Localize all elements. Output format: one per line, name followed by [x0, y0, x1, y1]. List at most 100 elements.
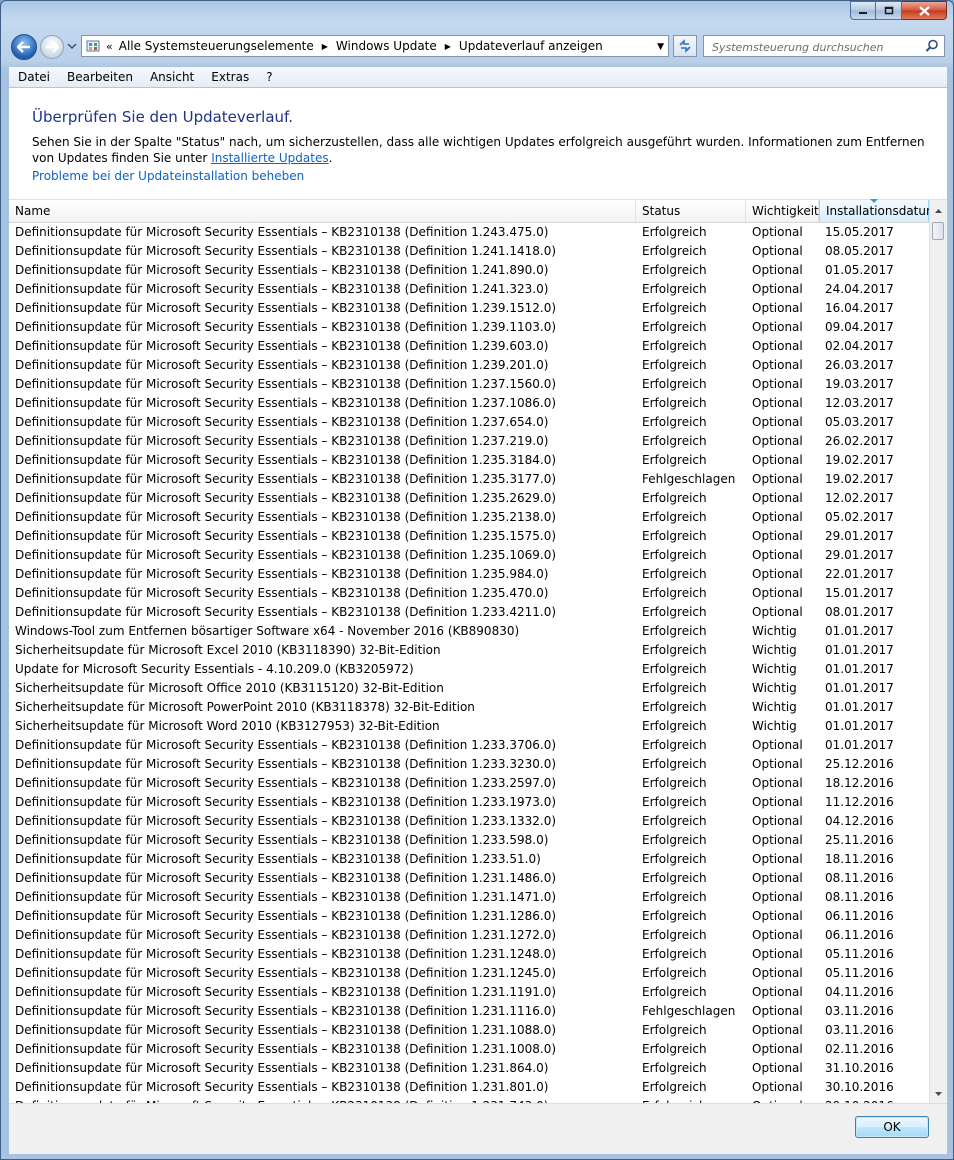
- table-row[interactable]: Definitionsupdate für Microsoft Security…: [9, 850, 929, 869]
- table-row[interactable]: Definitionsupdate für Microsoft Security…: [9, 470, 929, 489]
- table-row[interactable]: Sicherheitsupdate für Microsoft Word 201…: [9, 717, 929, 736]
- description-text: Sehen Sie in der Spalte "Status" nach, u…: [32, 135, 925, 165]
- table-row[interactable]: Definitionsupdate für Microsoft Security…: [9, 983, 929, 1002]
- breadcrumb-separator-icon[interactable]: ▶: [322, 42, 328, 51]
- menu-help[interactable]: ?: [257, 70, 280, 84]
- table-row[interactable]: Definitionsupdate für Microsoft Security…: [9, 603, 929, 622]
- table-row[interactable]: Windows-Tool zum Entfernen bösartiger So…: [9, 622, 929, 641]
- troubleshoot-link[interactable]: Probleme bei der Updateinstallation behe…: [32, 169, 304, 183]
- table-row[interactable]: Definitionsupdate für Microsoft Security…: [9, 242, 929, 261]
- menu-edit[interactable]: Bearbeiten: [58, 70, 141, 84]
- scrollbar-thumb[interactable]: [932, 222, 944, 240]
- table-row[interactable]: Definitionsupdate für Microsoft Security…: [9, 413, 929, 432]
- address-bar[interactable]: « Alle Systemsteuerungselemente ▶ Window…: [81, 35, 669, 57]
- menu-tools[interactable]: Extras: [202, 70, 257, 84]
- refresh-button[interactable]: [673, 35, 697, 57]
- forward-button[interactable]: [40, 35, 64, 59]
- address-dropdown-icon[interactable]: ▼: [657, 42, 664, 52]
- close-button[interactable]: [902, 1, 947, 20]
- cell-status: Erfolgreich: [642, 928, 707, 942]
- table-row[interactable]: Definitionsupdate für Microsoft Security…: [9, 584, 929, 603]
- table-row[interactable]: Definitionsupdate für Microsoft Security…: [9, 926, 929, 945]
- table-row[interactable]: Definitionsupdate für Microsoft Security…: [9, 736, 929, 755]
- table-row[interactable]: Definitionsupdate für Microsoft Security…: [9, 356, 929, 375]
- installed-updates-link[interactable]: Installierte Updates: [211, 151, 328, 165]
- table-row[interactable]: Definitionsupdate für Microsoft Security…: [9, 508, 929, 527]
- cell-importance: Optional: [752, 434, 803, 448]
- table-row[interactable]: Definitionsupdate für Microsoft Security…: [9, 793, 929, 812]
- table-row[interactable]: Definitionsupdate für Microsoft Security…: [9, 299, 929, 318]
- table-row[interactable]: Definitionsupdate für Microsoft Security…: [9, 394, 929, 413]
- cell-importance: Optional: [752, 301, 803, 315]
- table-row[interactable]: Definitionsupdate für Microsoft Security…: [9, 337, 929, 356]
- cell-status: Erfolgreich: [642, 909, 707, 923]
- breadcrumb-item[interactable]: Alle Systemsteuerungselemente: [119, 39, 314, 53]
- cell-importance: Optional: [752, 776, 803, 790]
- cell-importance: Optional: [752, 320, 803, 334]
- table-row[interactable]: Definitionsupdate für Microsoft Security…: [9, 1059, 929, 1078]
- column-header-status[interactable]: Status: [636, 200, 746, 222]
- ok-button[interactable]: OK: [855, 1116, 929, 1138]
- breadcrumb-item[interactable]: Windows Update: [336, 39, 437, 53]
- table-row[interactable]: Definitionsupdate für Microsoft Security…: [9, 774, 929, 793]
- scroll-up-icon[interactable]: [930, 202, 947, 219]
- table-row[interactable]: Definitionsupdate für Microsoft Security…: [9, 964, 929, 983]
- cell-name: Sicherheitsupdate für Microsoft Word 201…: [15, 719, 440, 733]
- table-row[interactable]: Definitionsupdate für Microsoft Security…: [9, 565, 929, 584]
- table-row[interactable]: Update for Microsoft Security Essentials…: [9, 660, 929, 679]
- breadcrumb-separator-icon[interactable]: ▶: [445, 42, 451, 51]
- search-input[interactable]: [710, 37, 914, 57]
- cell-name: Definitionsupdate für Microsoft Security…: [15, 605, 557, 619]
- cell-importance: Optional: [752, 909, 803, 923]
- cell-install-date: 06.11.2016: [825, 909, 894, 923]
- cell-status: Erfolgreich: [642, 1080, 707, 1094]
- column-header-name[interactable]: Name: [9, 200, 636, 222]
- table-row[interactable]: Definitionsupdate für Microsoft Security…: [9, 755, 929, 774]
- column-header-importance[interactable]: Wichtigkeit: [746, 200, 819, 222]
- cell-name: Definitionsupdate für Microsoft Security…: [15, 776, 557, 790]
- table-row[interactable]: Definitionsupdate für Microsoft Security…: [9, 1040, 929, 1059]
- menu-file[interactable]: Datei: [9, 70, 58, 84]
- table-row[interactable]: Definitionsupdate für Microsoft Security…: [9, 318, 929, 337]
- table-row[interactable]: Definitionsupdate für Microsoft Security…: [9, 223, 929, 242]
- cell-name: Definitionsupdate für Microsoft Security…: [15, 928, 557, 942]
- table-row[interactable]: Definitionsupdate für Microsoft Security…: [9, 489, 929, 508]
- table-row[interactable]: Definitionsupdate für Microsoft Security…: [9, 945, 929, 964]
- minimize-button[interactable]: [850, 1, 876, 20]
- table-row[interactable]: Definitionsupdate für Microsoft Security…: [9, 527, 929, 546]
- maximize-button[interactable]: [876, 1, 902, 20]
- cell-status: Erfolgreich: [642, 776, 707, 790]
- table-row[interactable]: Definitionsupdate für Microsoft Security…: [9, 280, 929, 299]
- table-row[interactable]: Definitionsupdate für Microsoft Security…: [9, 831, 929, 850]
- navigation-bar: « Alle Systemsteuerungselemente ▶ Window…: [1, 29, 953, 65]
- column-header-install-date[interactable]: Installationsdatum: [819, 199, 938, 222]
- table-row[interactable]: Sicherheitsupdate für Microsoft Office 2…: [9, 679, 929, 698]
- recent-pages-dropdown-icon[interactable]: [67, 41, 77, 51]
- table-row[interactable]: Definitionsupdate für Microsoft Security…: [9, 375, 929, 394]
- table-row[interactable]: Definitionsupdate für Microsoft Security…: [9, 432, 929, 451]
- table-row[interactable]: Definitionsupdate für Microsoft Security…: [9, 546, 929, 565]
- scroll-down-icon[interactable]: [930, 1085, 947, 1102]
- table-row[interactable]: Definitionsupdate für Microsoft Security…: [9, 261, 929, 280]
- cell-install-date: 05.03.2017: [825, 415, 894, 429]
- table-row[interactable]: Definitionsupdate für Microsoft Security…: [9, 1021, 929, 1040]
- table-row[interactable]: Definitionsupdate für Microsoft Security…: [9, 907, 929, 926]
- cell-install-date: 08.05.2017: [825, 244, 894, 258]
- search-icon[interactable]: [925, 39, 939, 53]
- cell-name: Definitionsupdate für Microsoft Security…: [15, 966, 557, 980]
- table-row[interactable]: Definitionsupdate für Microsoft Security…: [9, 1078, 929, 1097]
- table-row[interactable]: Definitionsupdate für Microsoft Security…: [9, 888, 929, 907]
- cell-importance: Wichtig: [752, 643, 797, 657]
- table-row[interactable]: Definitionsupdate für Microsoft Security…: [9, 869, 929, 888]
- table-row[interactable]: Sicherheitsupdate für Microsoft Excel 20…: [9, 641, 929, 660]
- back-button[interactable]: [11, 34, 37, 60]
- vertical-scrollbar[interactable]: [929, 200, 947, 1103]
- cell-importance: Optional: [752, 491, 803, 505]
- table-row[interactable]: Definitionsupdate für Microsoft Security…: [9, 1002, 929, 1021]
- breadcrumb-item[interactable]: Updateverlauf anzeigen: [459, 39, 603, 53]
- table-row[interactable]: Sicherheitsupdate für Microsoft PowerPoi…: [9, 698, 929, 717]
- table-row[interactable]: Definitionsupdate für Microsoft Security…: [9, 451, 929, 470]
- breadcrumb-overflow-chevron[interactable]: «: [106, 40, 113, 53]
- menu-view[interactable]: Ansicht: [141, 70, 202, 84]
- table-row[interactable]: Definitionsupdate für Microsoft Security…: [9, 812, 929, 831]
